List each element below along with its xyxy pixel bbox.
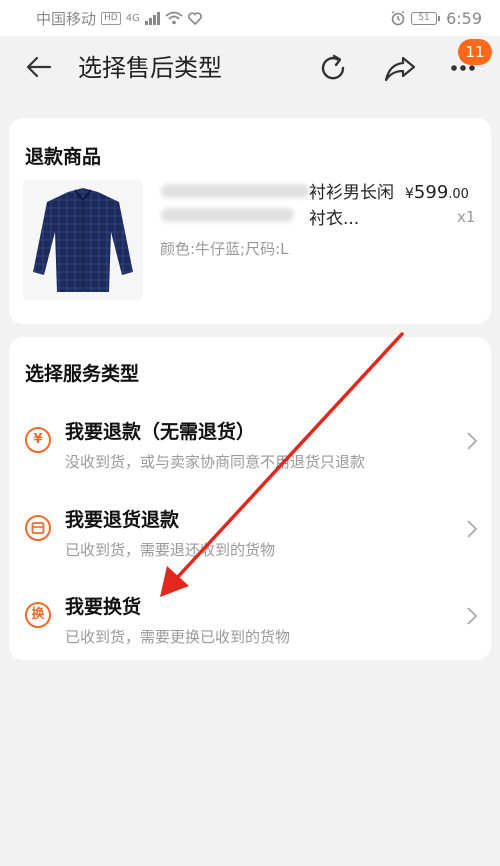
status-bar: 中国移动 HD 4G 51 6:59 bbox=[0, 0, 500, 36]
price-symbol: ¥ bbox=[405, 186, 414, 202]
price-decimal: .00 bbox=[448, 187, 469, 202]
battery-icon: 51 bbox=[411, 11, 441, 25]
refund-goods-title: 退款商品 bbox=[25, 146, 102, 168]
wifi-icon bbox=[165, 11, 183, 25]
product-price: ¥599.00 bbox=[405, 182, 469, 203]
product-image[interactable] bbox=[23, 180, 143, 300]
yen-icon: ¥ bbox=[25, 427, 51, 453]
signal-icon bbox=[144, 11, 160, 25]
status-right: 51 6:59 bbox=[390, 9, 482, 28]
price-integer: 599 bbox=[413, 182, 449, 203]
share-icon[interactable] bbox=[383, 51, 417, 85]
exchange-icon: 换 bbox=[25, 602, 51, 628]
chevron-right-icon bbox=[467, 520, 478, 538]
product-attributes: 颜色:牛仔蓝;尺码:L bbox=[160, 240, 289, 258]
option-description: 已收到货，需要更换已收到的货物 bbox=[65, 628, 291, 646]
option-refund-only[interactable]: ¥ 我要退款（无需退货） 没收到货，或与卖家协商同意不用退货只退款 bbox=[9, 405, 491, 477]
product-name-redacted bbox=[161, 180, 309, 228]
notification-badge: 11 bbox=[458, 39, 492, 65]
option-description: 已收到货，需要退还收到的货物 bbox=[65, 541, 276, 559]
option-label: 我要退款（无需退货） bbox=[65, 421, 256, 443]
option-return-refund[interactable]: 我要退货退款 已收到货，需要退还收到的货物 bbox=[9, 493, 491, 565]
refresh-icon[interactable] bbox=[316, 51, 350, 85]
hd-icon: HD bbox=[101, 11, 121, 25]
clock: 6:59 bbox=[446, 8, 482, 28]
status-left: 中国移动 HD 4G bbox=[36, 8, 202, 29]
option-description: 没收到货，或与卖家协商同意不用退货只退款 bbox=[65, 453, 366, 471]
option-label: 我要换货 bbox=[65, 596, 142, 618]
service-type-card: 选择服务类型 ¥ 我要退款（无需退货） 没收到货，或与卖家协商同意不用退货只退款… bbox=[9, 337, 491, 660]
heart-icon bbox=[187, 11, 202, 25]
chevron-right-icon bbox=[467, 607, 478, 625]
page-title: 选择售后类型 bbox=[78, 54, 222, 82]
nav-bar: 选择售后类型 11 bbox=[0, 36, 500, 102]
option-label: 我要退货退款 bbox=[65, 509, 180, 531]
service-type-title: 选择服务类型 bbox=[25, 363, 140, 385]
product-name[interactable]: 衬衫男长闲衬衣... bbox=[309, 180, 395, 232]
alarm-icon bbox=[391, 10, 405, 26]
refund-goods-card: 退款商品 衬衫男长闲衬衣... 颜色:牛仔蓝;尺码:L ¥599.00 x1 bbox=[9, 118, 491, 324]
option-exchange[interactable]: 换 我要换货 已收到货，需要更换已收到的货物 bbox=[9, 580, 491, 652]
return-box-icon bbox=[25, 515, 51, 541]
product-quantity: x1 bbox=[457, 208, 476, 226]
carrier-label: 中国移动 bbox=[36, 9, 97, 28]
chevron-right-icon bbox=[467, 432, 478, 450]
back-arrow-icon[interactable] bbox=[24, 52, 54, 82]
network-label: 4G bbox=[125, 12, 140, 24]
